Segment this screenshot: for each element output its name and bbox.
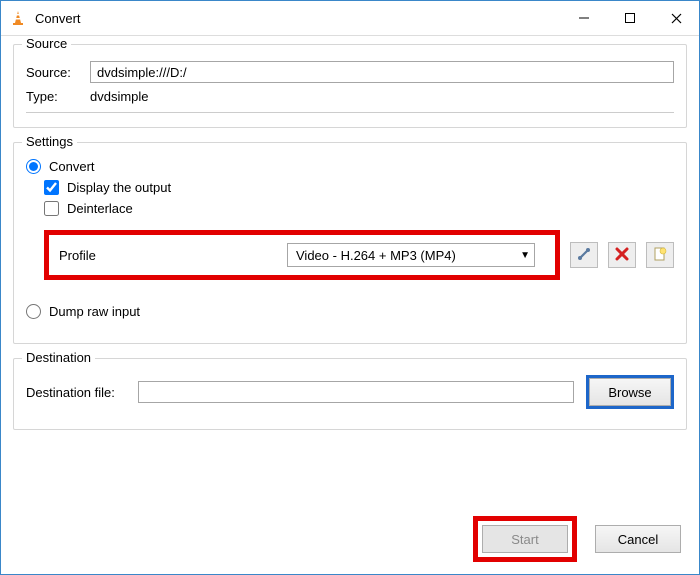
start-button[interactable]: Start bbox=[482, 525, 568, 553]
delete-x-icon bbox=[615, 247, 629, 264]
edit-profile-button[interactable] bbox=[570, 242, 598, 268]
vlc-cone-icon bbox=[9, 9, 27, 27]
chevron-down-icon: ▼ bbox=[520, 250, 530, 261]
profile-select[interactable]: Video - H.264 + MP3 (MP4) ▼ bbox=[287, 243, 535, 267]
new-profile-button[interactable] bbox=[646, 242, 674, 268]
browse-highlight: Browse bbox=[586, 375, 674, 409]
display-output-label: Display the output bbox=[67, 180, 171, 195]
source-label: Source: bbox=[26, 65, 90, 80]
browse-button[interactable]: Browse bbox=[589, 378, 671, 406]
type-label: Type: bbox=[26, 89, 90, 104]
type-value: dvdsimple bbox=[90, 89, 149, 104]
deinterlace-label: Deinterlace bbox=[67, 201, 133, 216]
destination-file-label: Destination file: bbox=[26, 385, 138, 400]
window-title: Convert bbox=[35, 11, 561, 26]
cancel-button[interactable]: Cancel bbox=[595, 525, 681, 553]
destination-file-input[interactable] bbox=[138, 381, 574, 403]
dump-raw-radio[interactable]: Dump raw input bbox=[26, 304, 140, 319]
minimize-button[interactable] bbox=[561, 1, 607, 35]
source-legend: Source bbox=[22, 36, 71, 51]
delete-profile-button[interactable] bbox=[608, 242, 636, 268]
convert-radio-label: Convert bbox=[49, 159, 95, 174]
source-group: Source Source: Type: dvdsimple bbox=[13, 44, 687, 128]
destination-group: Destination Destination file: Browse bbox=[13, 358, 687, 430]
maximize-button[interactable] bbox=[607, 1, 653, 35]
start-highlight: Start bbox=[473, 516, 577, 562]
source-separator bbox=[26, 112, 674, 113]
titlebar: Convert bbox=[1, 1, 699, 36]
deinterlace-checkbox[interactable]: Deinterlace bbox=[44, 201, 133, 216]
wrench-icon bbox=[576, 246, 592, 265]
settings-group: Settings Convert Display the output bbox=[13, 142, 687, 344]
source-input[interactable] bbox=[90, 61, 674, 83]
dialog-content: Source Source: Type: dvdsimple Settings … bbox=[1, 36, 699, 510]
dump-raw-label: Dump raw input bbox=[49, 304, 140, 319]
profile-value: Video - H.264 + MP3 (MP4) bbox=[296, 248, 456, 263]
display-output-checkbox[interactable]: Display the output bbox=[44, 180, 171, 195]
new-file-icon bbox=[652, 246, 668, 265]
profile-highlight: Profile Video - H.264 + MP3 (MP4) ▼ bbox=[44, 230, 560, 280]
destination-legend: Destination bbox=[22, 350, 95, 365]
close-button[interactable] bbox=[653, 1, 699, 35]
profile-label: Profile bbox=[59, 248, 287, 263]
convert-radio[interactable]: Convert bbox=[26, 159, 95, 174]
convert-dialog: Convert Source Source: Type: dvdsimple bbox=[0, 0, 700, 575]
dialog-footer: Start Cancel bbox=[1, 510, 699, 574]
settings-legend: Settings bbox=[22, 134, 77, 149]
